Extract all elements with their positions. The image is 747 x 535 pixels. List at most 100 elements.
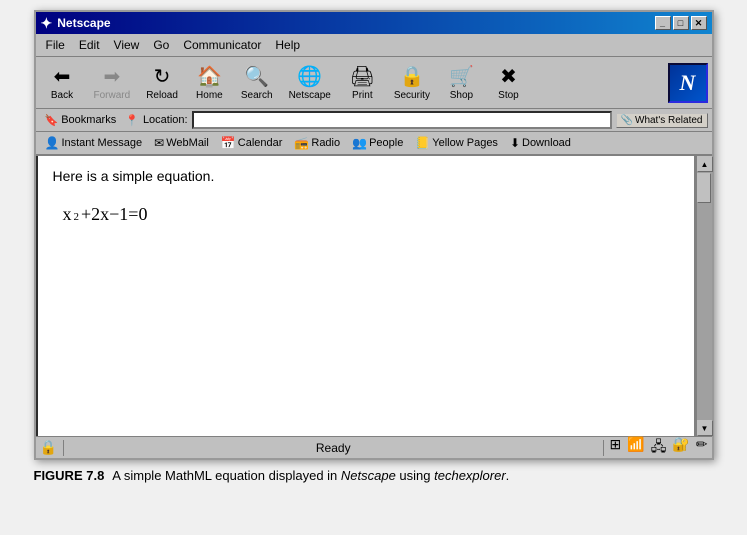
search-icon: 🔍 (244, 64, 269, 89)
webmail-button[interactable]: ✉ WebMail (149, 134, 214, 152)
minimize-button[interactable]: _ (655, 16, 671, 30)
content-area: Here is a simple equation. x2+2x−1=0 (36, 156, 696, 436)
bookmarks-button[interactable]: 🔖 Bookmarks (40, 112, 122, 129)
menu-file[interactable]: File (40, 36, 71, 54)
calendar-label: Calendar (238, 137, 283, 149)
figure-caption: FIGURE 7.8 A simple MathML equation disp… (34, 468, 714, 483)
location-input[interactable] (192, 111, 612, 129)
scroll-thumb[interactable] (697, 173, 711, 203)
home-icon: 🏠 (197, 64, 222, 89)
netscape-label: Netscape (289, 90, 331, 101)
netscape-button[interactable]: 🌐 Netscape (282, 60, 338, 105)
netscape-nav-icon: 🌐 (297, 64, 322, 89)
maximize-button[interactable]: □ (673, 16, 689, 30)
netscape-icon: ✦ (41, 15, 53, 32)
status-security-icon: 🔐 (672, 436, 689, 460)
reload-label: Reload (146, 90, 178, 101)
stop-button[interactable]: ✖ Stop (486, 60, 531, 105)
instant-message-button[interactable]: 👤 Instant Message (40, 134, 148, 152)
location-bar: 🔖 Bookmarks 📍 Location: 📎 What's Related (36, 109, 712, 132)
equation-superscript: 2 (74, 211, 80, 223)
whats-related-button[interactable]: 📎 What's Related (616, 113, 708, 128)
whats-related-label: What's Related (635, 115, 703, 126)
scroll-track[interactable] (697, 172, 712, 420)
scroll-up-button[interactable]: ▲ (697, 156, 713, 172)
stop-label: Stop (498, 90, 519, 101)
figure-label: FIGURE 7.8 (34, 468, 105, 483)
menu-communicator[interactable]: Communicator (177, 36, 267, 54)
menu-help[interactable]: Help (269, 36, 306, 54)
menu-edit[interactable]: Edit (73, 36, 106, 54)
status-network-icon: 🖧 (651, 436, 667, 460)
yellow-pages-icon: 📒 (415, 136, 430, 150)
reload-button[interactable]: ↻ Reload (139, 60, 185, 105)
scroll-down-button[interactable]: ▼ (697, 420, 713, 436)
menu-bar: File Edit View Go Communicator Help (36, 34, 712, 57)
title-bar-left: ✦ Netscape (41, 15, 111, 32)
equation-rest: +2x−1=0 (81, 204, 147, 225)
window-title: Netscape (57, 16, 110, 30)
status-grid-icon: ⊞ (610, 436, 622, 460)
yellow-pages-button[interactable]: 📒 Yellow Pages (410, 134, 503, 152)
security-label: Security (394, 90, 430, 101)
title-bar-controls: _ □ ✕ (655, 16, 707, 30)
personal-toolbar: 👤 Instant Message ✉ WebMail 📅 Calendar 📻… (36, 132, 712, 156)
people-icon: 👥 (352, 136, 367, 150)
webmail-label: WebMail (166, 137, 209, 149)
instant-message-label: Instant Message (61, 137, 142, 149)
print-icon: 🖨 (350, 64, 375, 89)
title-bar: ✦ Netscape _ □ ✕ (36, 12, 712, 34)
download-label: Download (522, 137, 571, 149)
netscape-logo: N (668, 63, 708, 103)
calendar-button[interactable]: 📅 Calendar (216, 134, 288, 152)
people-label: People (369, 137, 403, 149)
location-icon: 📍 (125, 114, 139, 127)
forward-label: Forward (94, 90, 131, 101)
back-label: Back (51, 90, 73, 101)
content-wrapper: Here is a simple equation. x2+2x−1=0 ▲ ▼ (36, 156, 712, 436)
security-icon: 🔒 (399, 64, 424, 89)
status-divider-1 (63, 440, 64, 456)
stop-icon: ✖ (500, 64, 517, 89)
home-label: Home (196, 90, 223, 101)
status-edit-icon: ✏ (696, 436, 708, 460)
people-button[interactable]: 👥 People (347, 134, 408, 152)
yellow-pages-label: Yellow Pages (432, 137, 498, 149)
status-divider-2 (603, 440, 604, 456)
lock-icon[interactable]: 🔒 (40, 439, 57, 456)
radio-label: Radio (311, 137, 340, 149)
forward-icon: ➡ (103, 64, 120, 89)
shop-button[interactable]: 🛒 Shop (439, 60, 484, 105)
download-button[interactable]: ⬇ Download (505, 134, 576, 152)
menu-go[interactable]: Go (147, 36, 175, 54)
radio-button[interactable]: 📻 Radio (289, 134, 345, 152)
status-signal-icon: 📶 (627, 436, 644, 460)
browser-window: ✦ Netscape _ □ ✕ File Edit View Go Commu… (34, 10, 714, 460)
home-button[interactable]: 🏠 Home (187, 60, 232, 105)
status-bar: 🔒 Ready ⊞ 📶 🖧 🔐 ✏ (36, 436, 712, 458)
download-icon: ⬇ (510, 136, 520, 150)
menu-view[interactable]: View (108, 36, 146, 54)
scrollbar[interactable]: ▲ ▼ (696, 156, 712, 436)
search-label: Search (241, 90, 273, 101)
forward-button[interactable]: ➡ Forward (87, 60, 138, 105)
equation-x: x (63, 204, 72, 225)
status-icons-right: ⊞ 📶 🖧 🔐 ✏ (610, 436, 708, 460)
webmail-icon: ✉ (154, 136, 164, 150)
reload-icon: ↻ (154, 64, 171, 89)
bookmarks-icon: 🔖 (45, 114, 59, 127)
toolbar: ⬅ Back ➡ Forward ↻ Reload 🏠 Home 🔍 Searc… (36, 57, 712, 109)
location-label: Location: (143, 114, 188, 126)
search-button[interactable]: 🔍 Search (234, 60, 280, 105)
shop-icon: 🛒 (449, 64, 474, 89)
security-button[interactable]: 🔒 Security (387, 60, 437, 105)
print-label: Print (352, 90, 373, 101)
print-button[interactable]: 🖨 Print (340, 60, 385, 105)
back-button[interactable]: ⬅ Back (40, 60, 85, 105)
status-text: Ready (70, 441, 597, 455)
figure-description: A simple MathML equation displayed in Ne… (112, 468, 509, 483)
radio-icon: 📻 (294, 136, 309, 150)
intro-text: Here is a simple equation. (53, 168, 679, 184)
close-button[interactable]: ✕ (691, 16, 707, 30)
shop-label: Shop (450, 90, 473, 101)
